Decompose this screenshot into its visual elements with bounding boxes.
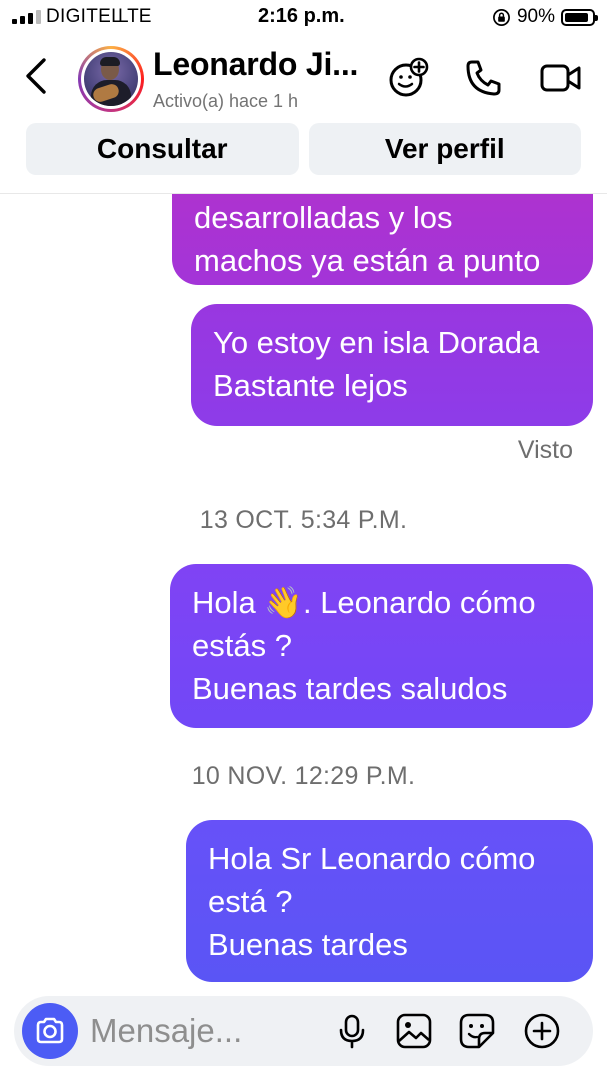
message-line: Buenas tardes bbox=[208, 927, 408, 962]
phone-icon[interactable] bbox=[462, 56, 506, 100]
status-right: 90% bbox=[492, 6, 598, 28]
battery-percent: 90% bbox=[516, 6, 555, 27]
message-line: Hola 👋. Leonardo cómo bbox=[192, 585, 536, 620]
message-line: Buenas tardes saludos bbox=[192, 671, 508, 706]
profile-actions: Consultar Ver perfil bbox=[26, 123, 581, 175]
avatar[interactable] bbox=[78, 46, 144, 112]
message-composer bbox=[14, 996, 593, 1066]
effects-icon[interactable] bbox=[386, 56, 430, 100]
battery-fill bbox=[565, 12, 589, 22]
chat-header: Leonardo Ji... Activo(a) hace 1 h bbox=[0, 36, 607, 122]
status-bar: DIGITEL LTE 2:16 p.m. 90% bbox=[0, 0, 607, 36]
contact-status: Activo(a) hace 1 h bbox=[153, 91, 299, 111]
sticker-icon[interactable] bbox=[457, 1011, 497, 1051]
message-list[interactable]: desarrolladas y los machos ya están a pu… bbox=[0, 194, 607, 994]
message-line: machos ya están a punto bbox=[194, 243, 541, 278]
message-line: está ? bbox=[208, 884, 293, 919]
contact-name[interactable]: Leonardo Ji... bbox=[153, 46, 358, 83]
seen-indicator: Visto bbox=[517, 436, 573, 464]
consult-button[interactable]: Consultar bbox=[26, 123, 299, 175]
message-line: Yo estoy en isla Dorada bbox=[213, 325, 540, 360]
view-profile-button[interactable]: Ver perfil bbox=[308, 123, 581, 175]
plus-icon[interactable] bbox=[522, 1011, 562, 1051]
gallery-icon[interactable] bbox=[394, 1011, 434, 1051]
signal-icon bbox=[12, 10, 41, 24]
rotation-lock-icon bbox=[493, 8, 510, 26]
message-bubble[interactable]: desarrolladas y los machos ya están a pu… bbox=[172, 194, 593, 285]
battery-icon bbox=[561, 8, 598, 26]
camera-icon bbox=[36, 1017, 64, 1044]
message-bubble[interactable]: Hola 👋. Leonardo cómo estás ? Buenas tar… bbox=[170, 564, 593, 728]
camera-button[interactable] bbox=[22, 1003, 78, 1059]
message-timestamp: 10 NOV. 12:29 P.M. bbox=[191, 762, 416, 790]
status-time: 2:16 p.m. bbox=[258, 5, 345, 27]
back-icon[interactable] bbox=[20, 56, 54, 96]
message-line: desarrolladas y los bbox=[194, 200, 453, 235]
message-input[interactable] bbox=[90, 1008, 320, 1054]
message-line: Hola Sr Leonardo cómo bbox=[208, 841, 536, 876]
video-icon[interactable] bbox=[538, 56, 582, 100]
message-line: Bastante lejos bbox=[213, 368, 408, 403]
message-bubble[interactable]: Hola Sr Leonardo cómo está ? Buenas tard… bbox=[186, 820, 593, 982]
microphone-icon[interactable] bbox=[332, 1011, 372, 1051]
carrier-name: DIGITEL bbox=[46, 6, 123, 27]
network-type: LTE bbox=[118, 6, 152, 27]
message-line: estás ? bbox=[192, 628, 292, 663]
message-bubble[interactable]: Yo estoy en isla Dorada Bastante lejos bbox=[191, 304, 593, 426]
message-timestamp: 13 OCT. 5:34 P.M. bbox=[199, 506, 408, 534]
